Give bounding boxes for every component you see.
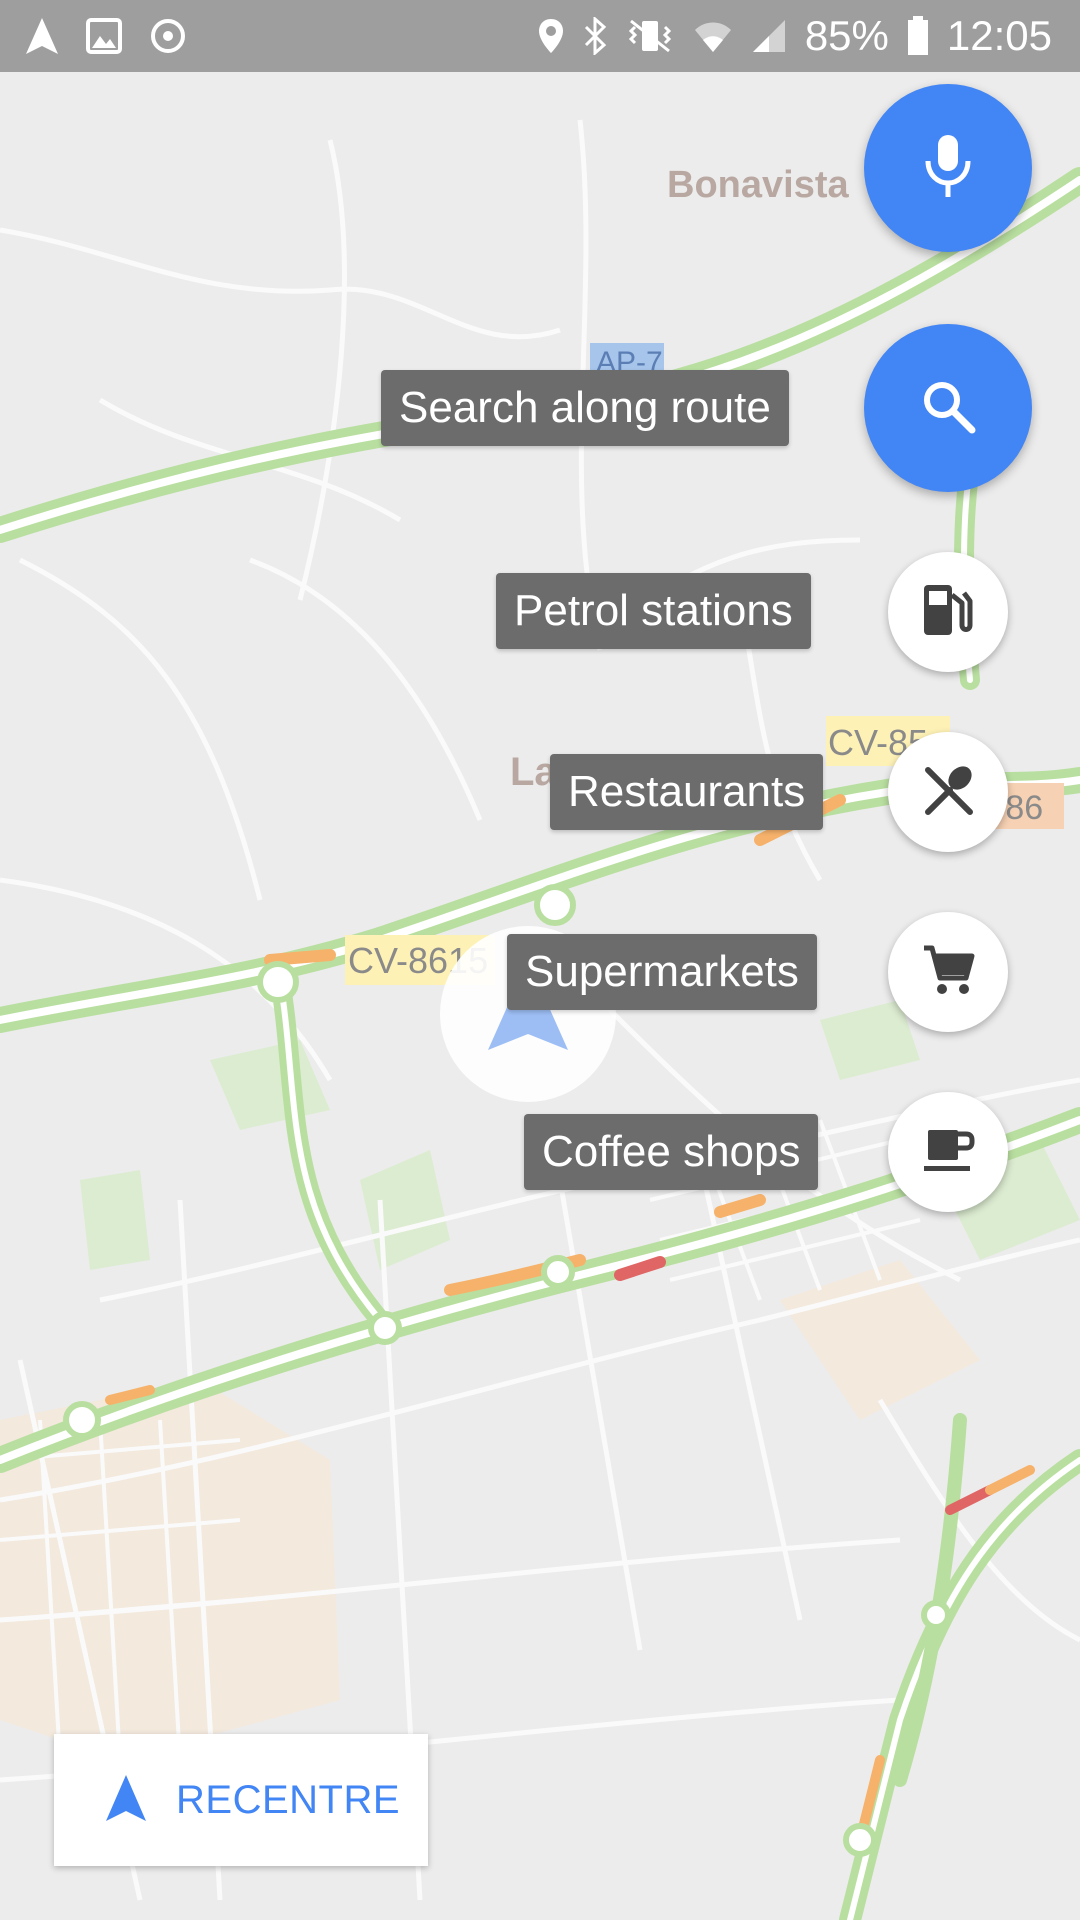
- place-label-bonavista: Bonavista: [667, 164, 849, 206]
- supermarkets-button[interactable]: [888, 912, 1008, 1032]
- petrol-stations-button[interactable]: [888, 552, 1008, 672]
- status-bar-left: [24, 16, 188, 56]
- location-pin-icon: [537, 17, 565, 55]
- navigation-arrow-icon: [104, 1773, 148, 1828]
- coffee-shops-button[interactable]: [888, 1092, 1008, 1212]
- wifi-icon: [693, 18, 733, 54]
- vibrate-mute-icon: [625, 17, 675, 55]
- bluetooth-icon: [583, 17, 607, 55]
- search-along-route-button[interactable]: [864, 324, 1032, 492]
- recentre-button[interactable]: RECENTRE: [54, 1734, 428, 1866]
- category-label-petrol-stations[interactable]: Petrol stations: [496, 573, 811, 649]
- category-label-restaurants[interactable]: Restaurants: [550, 754, 824, 830]
- restaurants-button[interactable]: [888, 732, 1008, 852]
- shopping-cart-icon: [920, 942, 976, 1003]
- sync-icon: [148, 16, 188, 56]
- coffee-cup-icon: [920, 1122, 976, 1183]
- category-label-coffee-shops[interactable]: Coffee shops: [524, 1114, 819, 1190]
- search-icon: [918, 376, 978, 441]
- status-bar-right: 85% 12:05: [537, 12, 1052, 60]
- search-along-route-label[interactable]: Search along route: [381, 370, 789, 446]
- image-icon: [86, 18, 122, 54]
- fork-spoon-icon: [920, 762, 976, 823]
- navigation-icon: [24, 16, 60, 56]
- battery-percentage: 85%: [804, 12, 889, 59]
- clock: 12:05: [946, 12, 1052, 59]
- fuel-pump-icon: [920, 581, 976, 644]
- voice-search-button[interactable]: [864, 84, 1032, 252]
- signal-icon: [751, 18, 787, 54]
- battery-icon: [907, 16, 929, 56]
- category-label-supermarkets[interactable]: Supermarkets: [507, 934, 817, 1010]
- recentre-label: RECENTRE: [176, 1777, 401, 1822]
- status-bar: 85% 12:05: [0, 0, 1080, 72]
- microphone-icon: [922, 133, 974, 204]
